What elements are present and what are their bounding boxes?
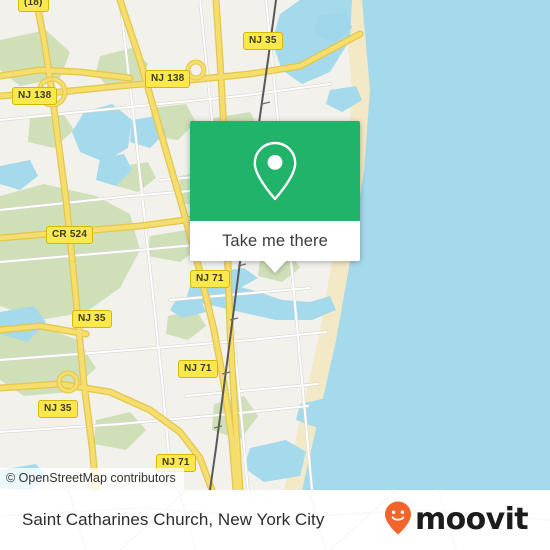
footer-bar: Saint Catharines Church, New York City m… xyxy=(0,490,550,550)
take-me-there-button-label[interactable]: Take me there xyxy=(222,232,328,251)
highway-shield: CR 524 xyxy=(46,226,94,244)
moovit-logo[interactable]: moovit xyxy=(383,500,529,541)
moovit-wordmark: moovit xyxy=(414,502,529,537)
highway-shield: (18) xyxy=(18,0,49,12)
popup-pin-area xyxy=(190,121,360,221)
highway-shield: NJ 138 xyxy=(145,70,191,88)
highway-shield: NJ 71 xyxy=(178,360,218,378)
popup-action-area[interactable]: Take me there xyxy=(190,221,360,273)
location-pin-icon xyxy=(249,140,301,202)
highway-shield: NJ 35 xyxy=(72,310,112,328)
moovit-pin-smiley-icon xyxy=(383,500,413,541)
moovit-map-screen: (18) NJ 35 NJ 138 NJ 138 CR 524 NJ 71 NJ… xyxy=(0,0,550,550)
highway-shield: NJ 71 xyxy=(190,270,230,288)
highway-shield: NJ 35 xyxy=(243,32,283,50)
popup-tail xyxy=(264,261,286,273)
highway-shield: NJ 35 xyxy=(38,400,78,418)
map-canvas[interactable]: (18) NJ 35 NJ 138 NJ 138 CR 524 NJ 71 NJ… xyxy=(0,0,550,490)
place-title: Saint Catharines Church, New York City xyxy=(22,510,325,529)
highway-shield: NJ 138 xyxy=(12,87,58,105)
take-me-there-popup[interactable]: Take me there xyxy=(190,121,360,273)
map-attribution[interactable]: © OpenStreetMap contributors xyxy=(0,468,184,490)
